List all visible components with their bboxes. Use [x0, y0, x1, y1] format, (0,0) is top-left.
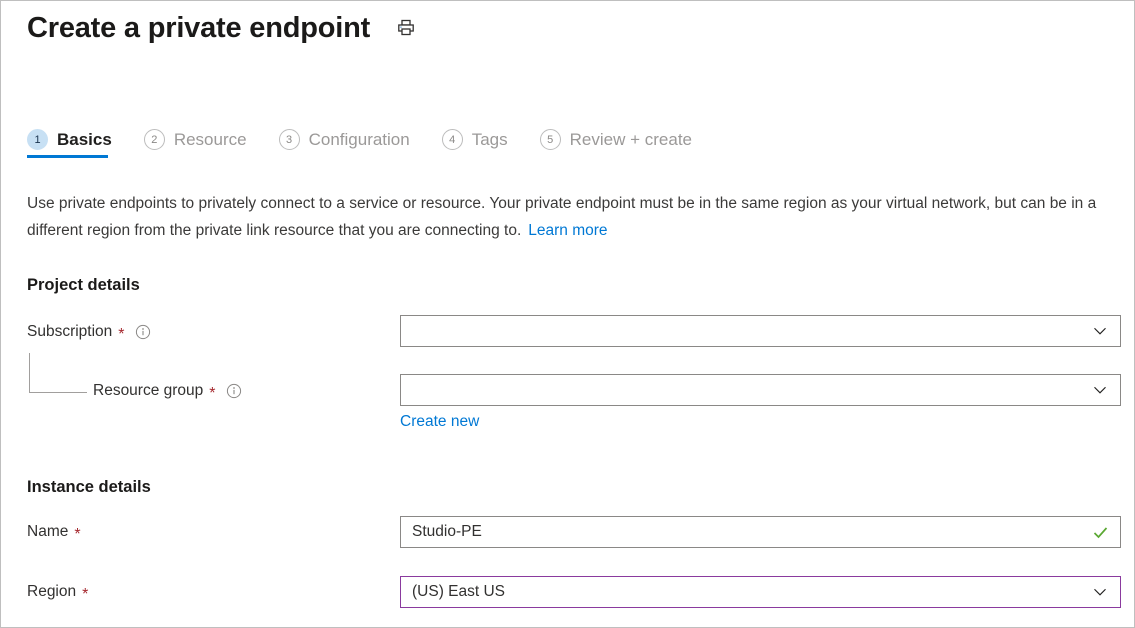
learn-more-link[interactable]: Learn more [528, 222, 607, 239]
name-value: Studio-PE [412, 523, 1084, 541]
subscription-dropdown[interactable] [400, 315, 1121, 347]
info-icon[interactable] [135, 324, 151, 340]
subscription-label: Subscription * [27, 323, 151, 341]
page-title: Create a private endpoint [27, 9, 370, 47]
tab-number: 2 [144, 129, 165, 150]
required-marker: * [118, 330, 124, 340]
required-marker: * [209, 389, 215, 399]
name-label: Name * [27, 523, 81, 541]
checkmark-icon [1084, 524, 1116, 541]
tab-active-underline [27, 155, 108, 158]
page-header: Create a private endpoint [27, 9, 416, 47]
tab-tags[interactable]: 4 Tags [442, 129, 508, 162]
required-marker: * [82, 590, 88, 600]
tab-label: Tags [472, 129, 508, 150]
subscription-label-text: Subscription [27, 323, 112, 341]
tab-number: 5 [540, 129, 561, 150]
instance-details-heading: Instance details [27, 478, 151, 497]
project-details-heading: Project details [27, 276, 140, 295]
region-dropdown[interactable]: (US) East US [400, 576, 1121, 608]
chevron-down-icon [1084, 323, 1116, 339]
chevron-down-icon [1084, 382, 1116, 398]
name-input[interactable]: Studio-PE [400, 516, 1121, 548]
page-description: Use private endpoints to privately conne… [27, 190, 1105, 244]
required-marker: * [74, 530, 80, 540]
create-private-endpoint-page: Create a private endpoint 1 Basics 2 Res… [0, 0, 1135, 628]
tab-configuration[interactable]: 3 Configuration [279, 129, 410, 162]
wizard-tabs: 1 Basics 2 Resource 3 Configuration 4 Ta… [27, 129, 724, 162]
printer-icon[interactable] [396, 18, 416, 43]
tab-resource[interactable]: 2 Resource [144, 129, 247, 162]
tab-label: Resource [174, 129, 247, 150]
hierarchy-connector [29, 353, 87, 393]
tab-label: Basics [57, 129, 112, 150]
tab-basics[interactable]: 1 Basics [27, 129, 112, 162]
create-new-resource-group-link[interactable]: Create new [400, 413, 479, 431]
tab-number: 3 [279, 129, 300, 150]
region-label-text: Region [27, 583, 76, 601]
tab-label: Review + create [570, 129, 692, 150]
chevron-down-icon [1084, 584, 1116, 600]
tab-review-create[interactable]: 5 Review + create [540, 129, 692, 162]
tab-label: Configuration [309, 129, 410, 150]
region-value: (US) East US [412, 583, 1084, 601]
resource-group-label-text: Resource group [93, 382, 203, 400]
resource-group-dropdown[interactable] [400, 374, 1121, 406]
resource-group-label: Resource group * [93, 382, 242, 400]
region-label: Region * [27, 583, 88, 601]
info-icon[interactable] [226, 383, 242, 399]
tab-number: 4 [442, 129, 463, 150]
name-label-text: Name [27, 523, 68, 541]
tab-number: 1 [27, 129, 48, 150]
